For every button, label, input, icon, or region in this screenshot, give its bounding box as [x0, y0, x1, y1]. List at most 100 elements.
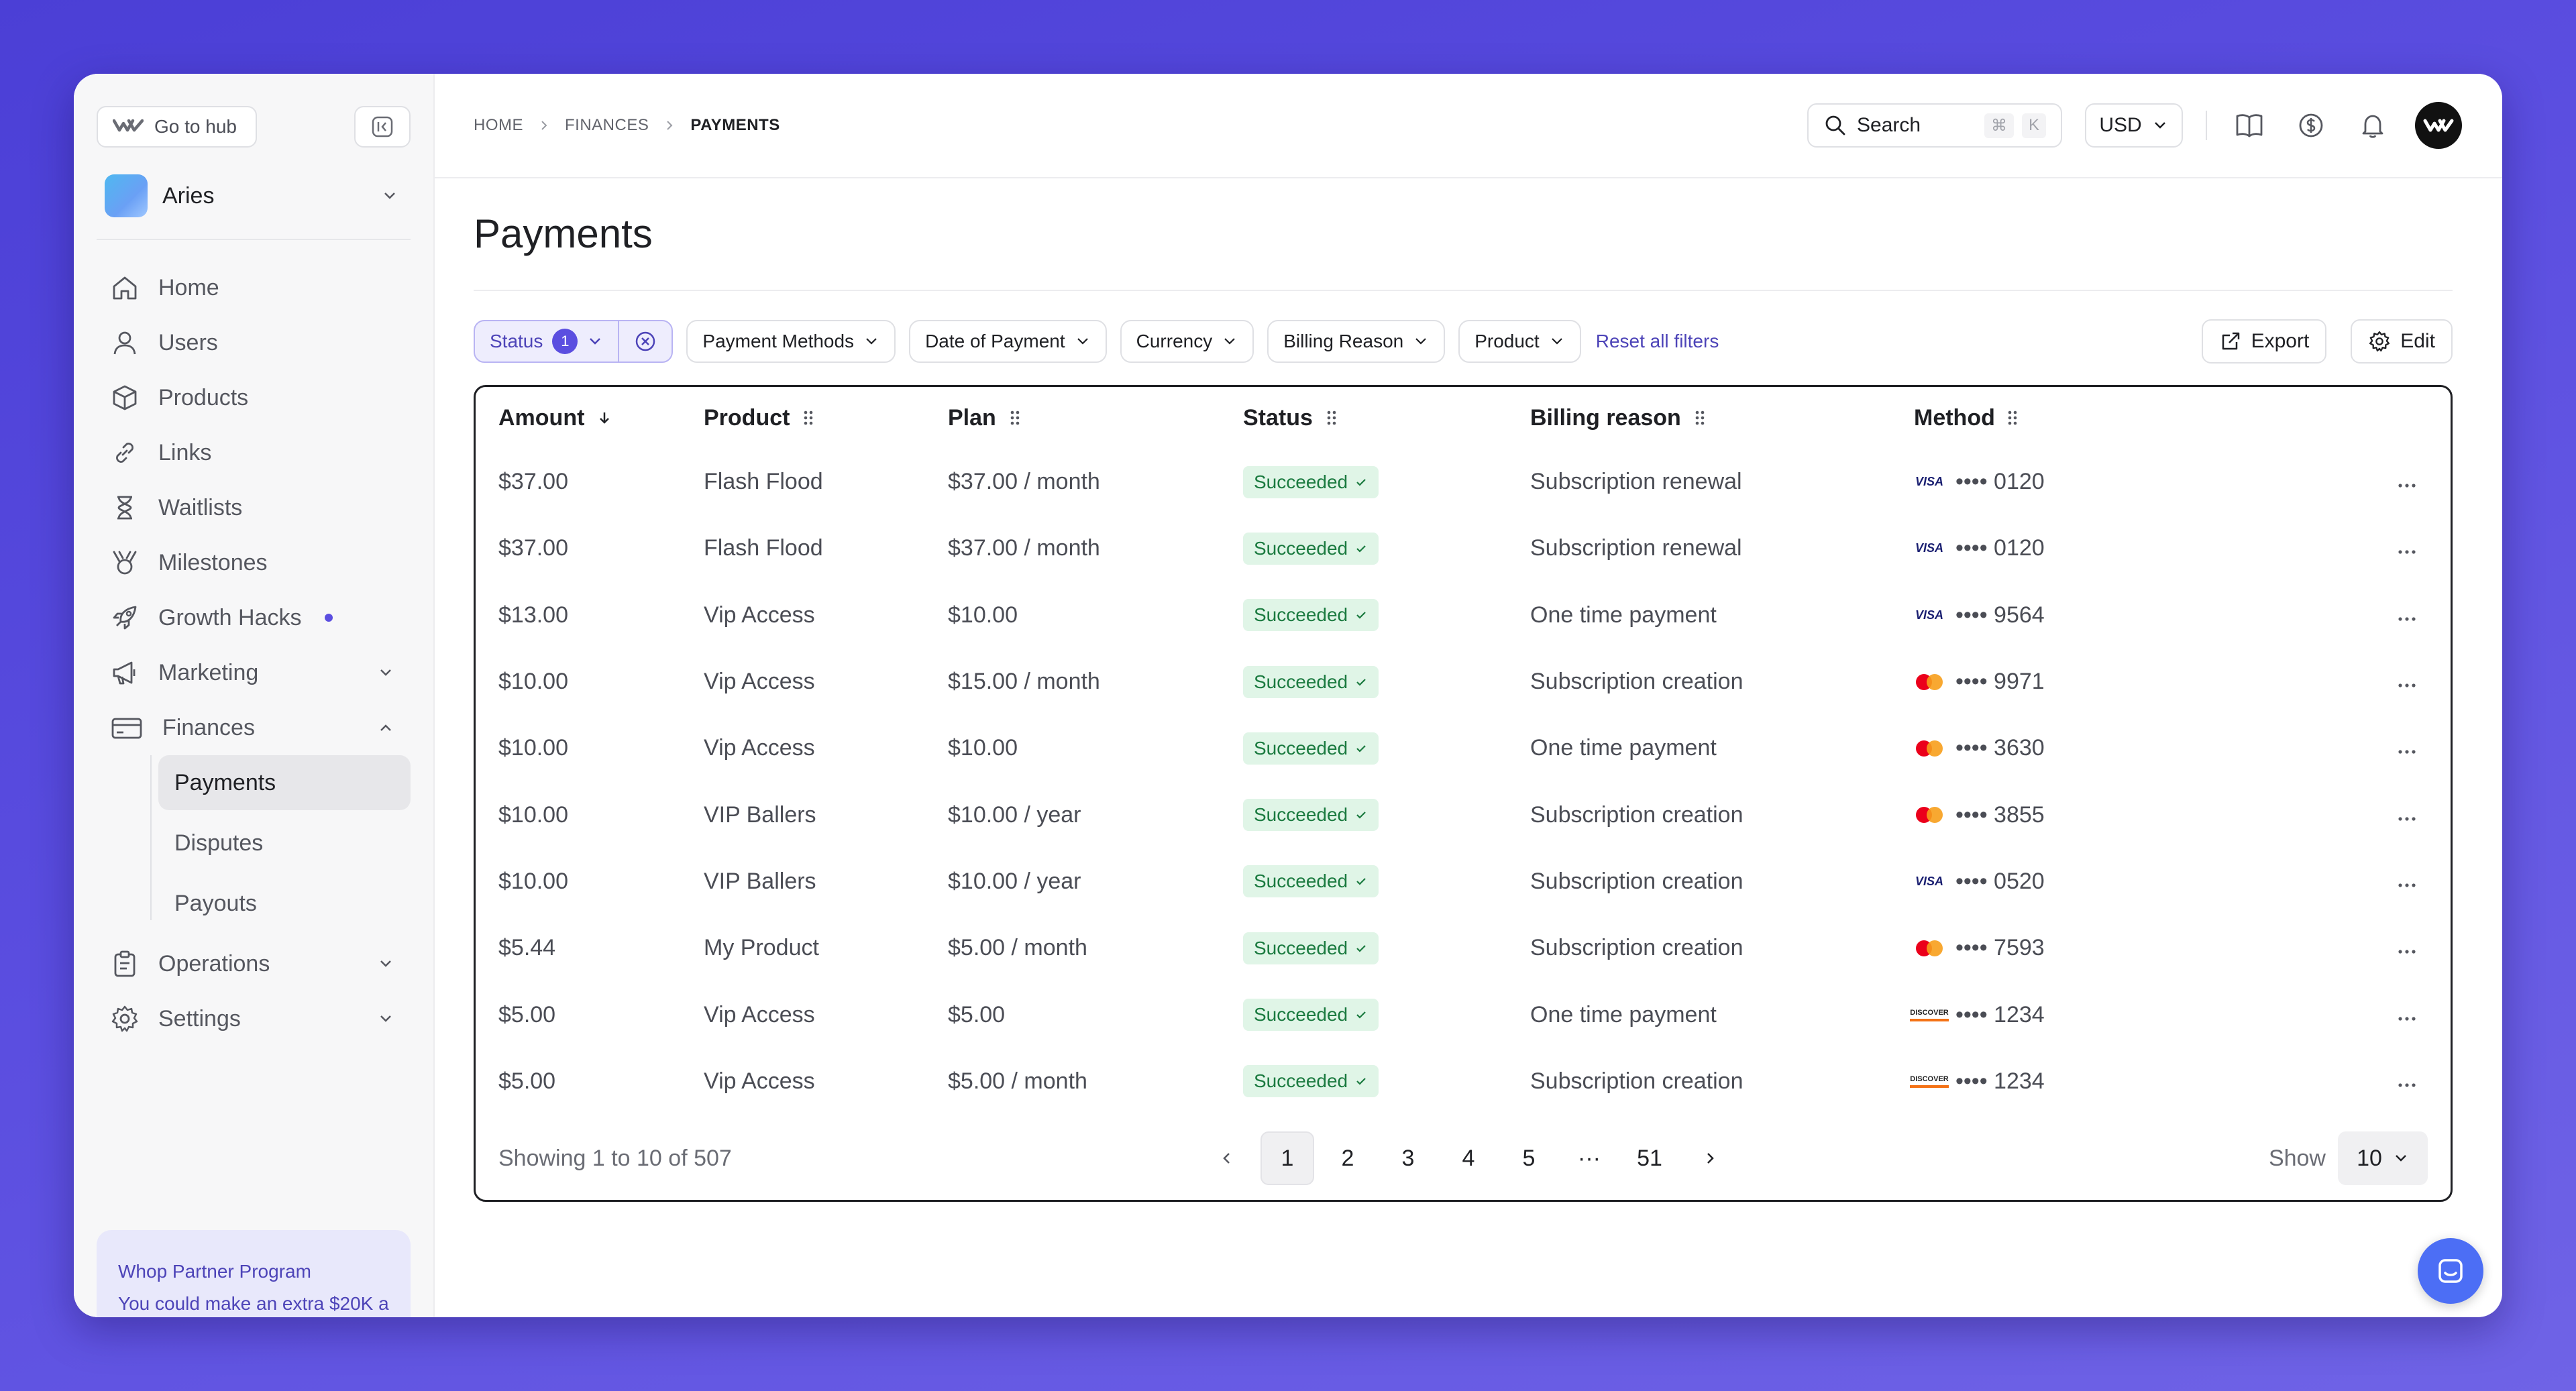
sidebar-item-links[interactable]: Links	[97, 425, 411, 480]
workspace-avatar	[105, 174, 148, 217]
docs-button[interactable]	[2230, 106, 2269, 145]
support-chat-button[interactable]	[2418, 1238, 2483, 1304]
page-button[interactable]: 2	[1321, 1131, 1375, 1185]
pagination-summary: Showing 1 to 10 of 507	[498, 1145, 732, 1171]
discover-logo-icon: DISCOVER	[1910, 1071, 1949, 1091]
card-last4: •••• 3630	[1955, 735, 2045, 761]
row-actions-button[interactable]	[2290, 802, 2451, 828]
drag-handle-icon[interactable]	[1325, 408, 1338, 427]
bell-icon	[2362, 115, 2383, 138]
table-row[interactable]: $5.00 Vip Access $5.00 Succeeded One time pa…	[476, 981, 2451, 1048]
row-actions-button[interactable]	[2290, 735, 2451, 761]
sidebar-item-users[interactable]: Users	[97, 315, 411, 370]
sidebar-item-waitlists[interactable]: Waitlists	[97, 480, 411, 535]
product-filter[interactable]: Product	[1458, 320, 1581, 363]
sidebar-item-growth-hacks[interactable]: Growth Hacks	[97, 590, 411, 645]
billing-button[interactable]	[2292, 106, 2330, 145]
hourglass-icon	[117, 496, 132, 520]
currency-filter[interactable]: Currency	[1120, 320, 1254, 363]
sidebar-item-payments[interactable]: Payments	[158, 755, 411, 810]
drag-handle-icon[interactable]	[1008, 408, 1022, 427]
box-icon	[113, 385, 137, 410]
next-page-button[interactable]	[1683, 1131, 1737, 1185]
row-actions-button[interactable]	[2290, 469, 2451, 495]
status-filter[interactable]: Status 1	[474, 320, 674, 363]
workspace-switcher[interactable]: Aries	[97, 172, 411, 220]
table-row[interactable]: $5.44 My Product $5.00 / month Succeeded Sub…	[476, 915, 2451, 981]
table-row[interactable]: $10.00 Vip Access $15.00 / month Succeeded S…	[476, 649, 2451, 715]
partner-program-card[interactable]: Whop Partner Program You could make an e…	[97, 1230, 411, 1317]
row-actions-button[interactable]	[2290, 1068, 2451, 1095]
column-header-amount[interactable]: Amount	[476, 405, 704, 431]
cell-method: DISCOVER •••• 1234	[1910, 1068, 2290, 1095]
table-row[interactable]: $10.00 VIP Ballers $10.00 / year Succeeded S…	[476, 848, 2451, 915]
status-text: Succeeded	[1254, 671, 1348, 692]
sidebar-item-operations[interactable]: Operations	[97, 936, 411, 991]
row-actions-button[interactable]	[2290, 602, 2451, 628]
page-size-select[interactable]: 10	[2338, 1131, 2428, 1185]
search-input[interactable]: Search ⌘ K	[1807, 103, 2062, 148]
drag-handle-icon[interactable]	[802, 408, 815, 427]
row-actions-button[interactable]	[2290, 669, 2451, 695]
breadcrumb-finances[interactable]: FINANCES	[565, 116, 649, 135]
sidebar-item-payouts[interactable]: Payouts	[158, 876, 411, 931]
row-actions-button[interactable]	[2290, 535, 2451, 561]
status-filter-toggle[interactable]: Status 1	[475, 321, 620, 361]
status-badge: Succeeded	[1243, 1065, 1379, 1098]
table-row[interactable]: $37.00 Flash Flood $37.00 / month Succeeded…	[476, 449, 2451, 515]
finances-subnav: Payments Disputes Payouts	[150, 755, 411, 931]
table-row[interactable]: $37.00 Flash Flood $37.00 / month Succeeded…	[476, 515, 2451, 581]
column-header-method[interactable]: Method	[1914, 405, 2290, 431]
column-header-status[interactable]: Status	[1243, 405, 1530, 431]
cell-method: VISA •••• 0120	[1914, 535, 2290, 561]
prev-page-button[interactable]	[1200, 1131, 1254, 1185]
filter-label: Payment Methods	[702, 331, 855, 351]
row-actions-button[interactable]	[2290, 1002, 2451, 1028]
page-button[interactable]: 5	[1502, 1131, 1556, 1185]
edit-button[interactable]: Edit	[2351, 319, 2453, 364]
table-footer: Showing 1 to 10 of 507 1 2 3 4 5 ··· 51	[476, 1117, 2451, 1200]
clear-status-filter-button[interactable]	[619, 321, 672, 361]
page-button[interactable]: 4	[1442, 1131, 1495, 1185]
table-row[interactable]: $5.00 Vip Access $5.00 / month Succeeded Sub…	[476, 1048, 2451, 1115]
more-horizontal-icon	[2398, 817, 2416, 821]
table-row[interactable]: $10.00 Vip Access $10.00 Succeeded One time …	[476, 715, 2451, 781]
reset-filters-link[interactable]: Reset all filters	[1596, 331, 1719, 352]
column-header-plan[interactable]: Plan	[948, 405, 1243, 431]
table-body: $37.00 Flash Flood $37.00 / month Succeeded…	[476, 449, 2451, 1115]
payment-methods-filter[interactable]: Payment Methods	[686, 320, 896, 363]
billing-reason-filter[interactable]: Billing Reason	[1267, 320, 1446, 363]
row-actions-button[interactable]	[2290, 935, 2451, 961]
sidebar-item-products[interactable]: Products	[97, 370, 411, 425]
go-to-hub-button[interactable]: Go to hub	[97, 106, 257, 148]
table-row[interactable]: $10.00 VIP Ballers $10.00 / year Succeeded S…	[476, 781, 2451, 848]
notifications-button[interactable]	[2353, 106, 2392, 145]
column-header-billing-reason[interactable]: Billing reason	[1530, 405, 1914, 431]
profile-avatar[interactable]	[2415, 102, 2462, 149]
page-button[interactable]: 51	[1623, 1131, 1676, 1185]
column-label: Billing reason	[1530, 404, 1681, 431]
drag-handle-icon[interactable]	[2006, 408, 2019, 427]
row-actions-button[interactable]	[2290, 869, 2451, 895]
sidebar-item-home[interactable]: Home	[97, 260, 411, 315]
date-of-payment-filter[interactable]: Date of Payment	[909, 320, 1107, 363]
drag-handle-icon[interactable]	[1693, 408, 1707, 427]
page-button[interactable]: 3	[1381, 1131, 1435, 1185]
collapse-sidebar-button[interactable]	[354, 106, 411, 148]
table-row[interactable]: $13.00 Vip Access $10.00 Succeeded One time …	[476, 582, 2451, 649]
sidebar-item-milestones[interactable]: Milestones	[97, 535, 411, 590]
breadcrumb-home[interactable]: HOME	[474, 116, 523, 135]
status-text: Succeeded	[1254, 737, 1348, 759]
sidebar-item-settings[interactable]: Settings	[97, 991, 411, 1046]
card-last4: •••• 0120	[1955, 535, 2045, 561]
currency-select[interactable]: USD	[2085, 103, 2183, 148]
cell-status: Succeeded	[1243, 532, 1530, 565]
sidebar-item-disputes[interactable]: Disputes	[158, 816, 411, 871]
sidebar-item-marketing[interactable]: Marketing	[97, 645, 411, 700]
sidebar-item-finances[interactable]: Finances	[97, 700, 411, 755]
book-icon	[2236, 114, 2263, 137]
column-header-product[interactable]: Product	[704, 405, 948, 431]
page-button[interactable]: 1	[1260, 1131, 1314, 1185]
status-badge: Succeeded	[1243, 665, 1379, 698]
export-button[interactable]: Export	[2201, 319, 2327, 364]
